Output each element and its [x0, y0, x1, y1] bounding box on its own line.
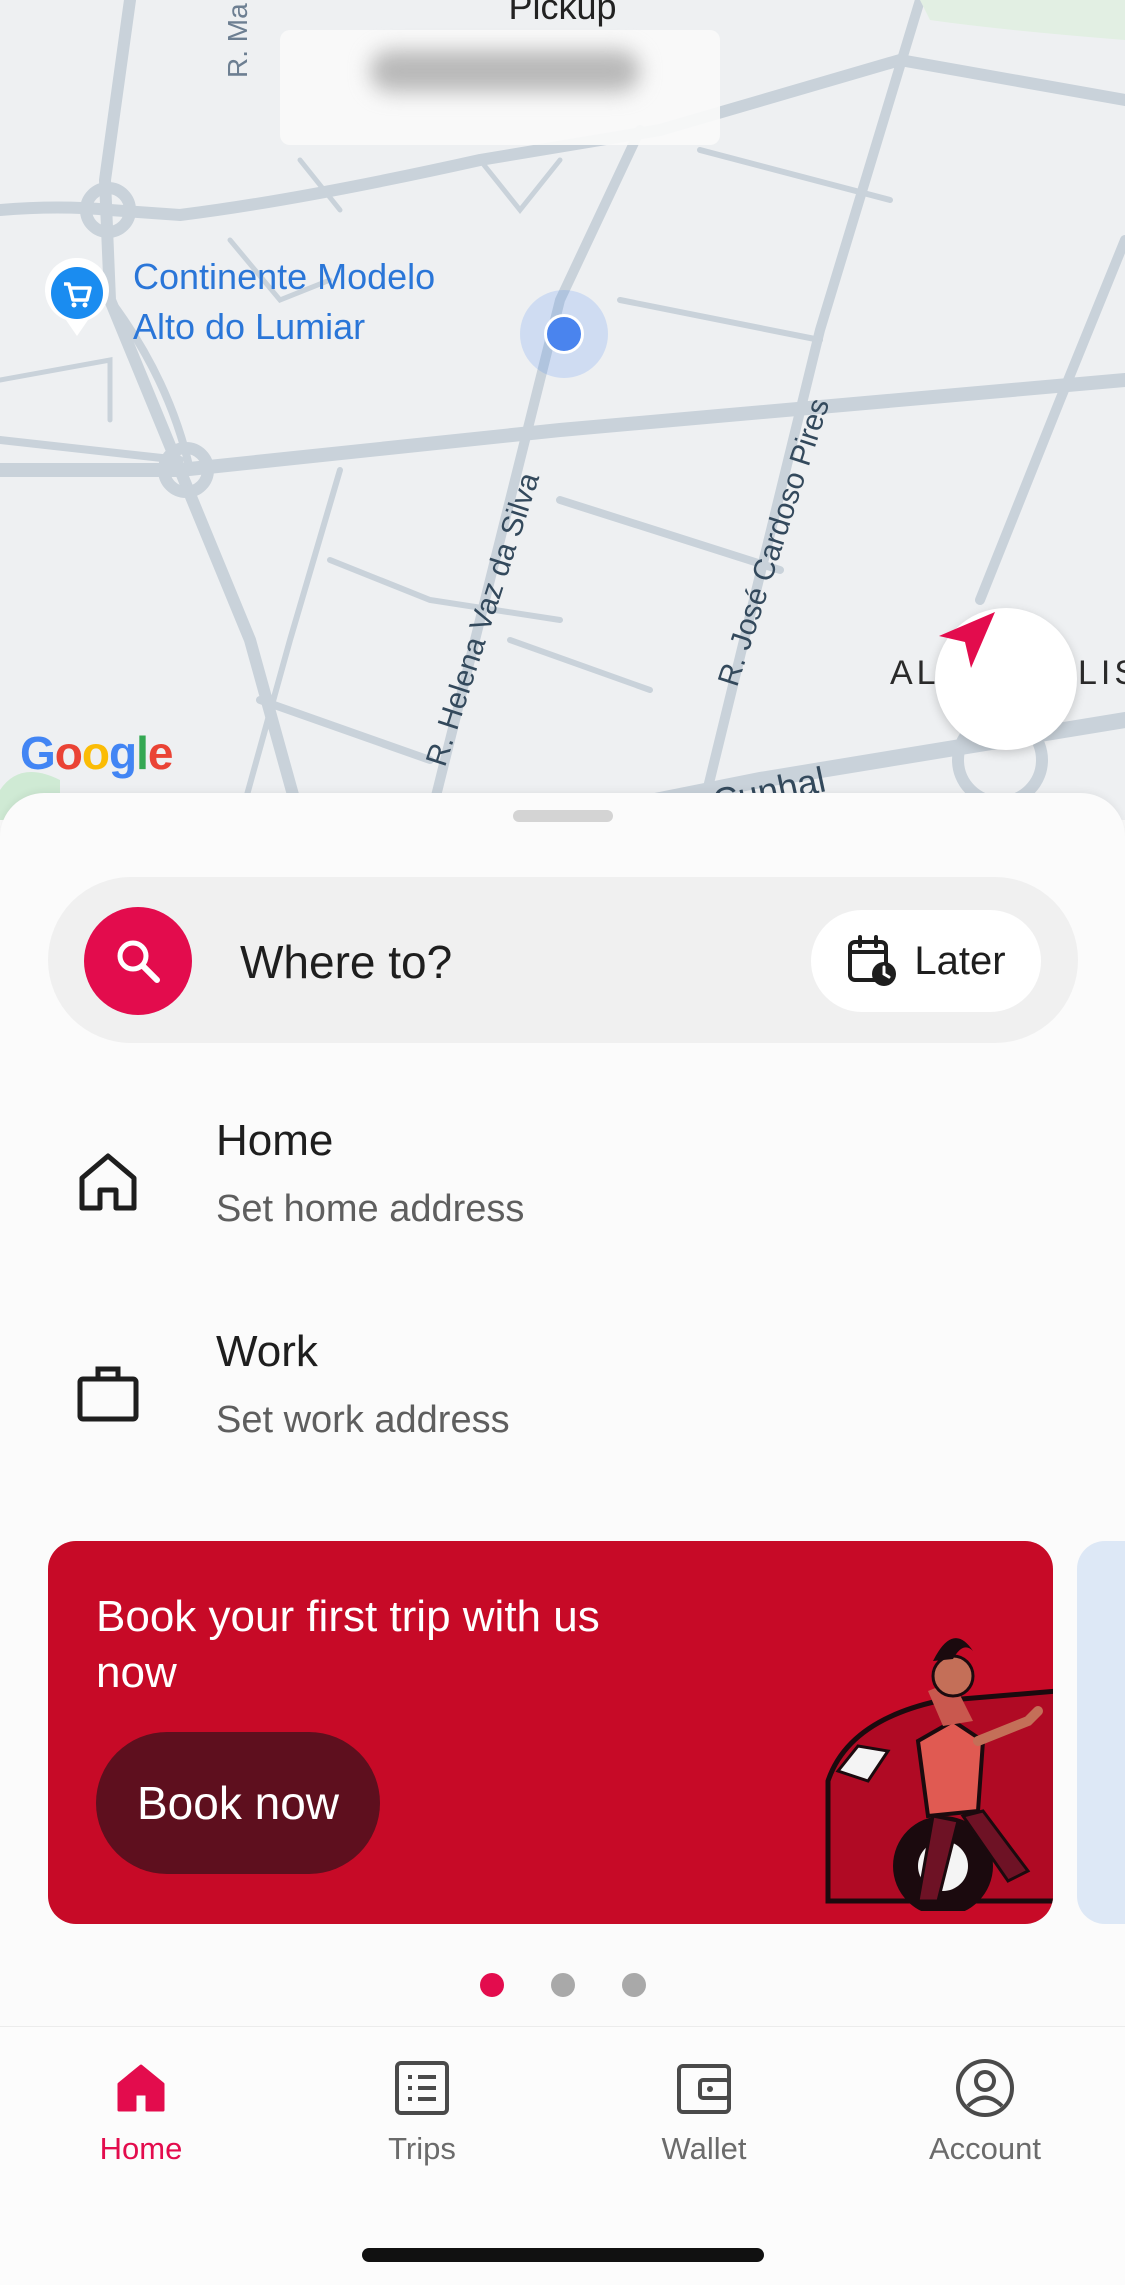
account-icon [956, 2059, 1014, 2117]
calendar-clock-icon [848, 935, 897, 986]
poi-name-line2: Alto do Lumiar [133, 306, 366, 347]
recenter-location-button[interactable] [935, 608, 1077, 750]
pickup-title: Pickup [508, 0, 617, 27]
tab-wallet[interactable]: Wallet [604, 2057, 804, 2177]
poi-name-line1: Continente Modelo [133, 256, 436, 297]
carousel-page-indicator [0, 1973, 1125, 1997]
saved-place-title: Work [216, 1327, 318, 1376]
search-button[interactable] [84, 907, 192, 1015]
tab-label: Home [99, 2131, 183, 2166]
tab-label: Account [928, 2131, 1041, 2166]
area-label-lis: LIS [1078, 654, 1125, 692]
poi-label[interactable]: Continente Modelo Alto do Lumiar [133, 252, 435, 352]
search-input[interactable]: Where to? [240, 935, 452, 989]
receipt-icon [395, 2061, 449, 2115]
tab-trips[interactable]: Trips [322, 2057, 522, 2177]
carousel-dot[interactable] [550, 1973, 575, 1997]
home-indicator[interactable] [362, 2248, 764, 2262]
tab-home[interactable]: Home [41, 2057, 241, 2177]
carousel-dot[interactable] [479, 1973, 504, 1997]
navigation-arrow-icon [939, 612, 995, 668]
saved-place-work[interactable]: Work Set work address [0, 1307, 1125, 1497]
briefcase-icon [77, 1366, 139, 1422]
schedule-later-button[interactable]: Later [811, 910, 1041, 1012]
area-label-al: AL [890, 654, 940, 692]
next-promo-card-peek[interactable] [1077, 1541, 1125, 1924]
saved-place-title: Home [216, 1116, 334, 1165]
book-now-button[interactable]: Book now [96, 1732, 380, 1874]
home-filled-icon [117, 2064, 165, 2112]
carousel-dot[interactable] [621, 1973, 646, 1997]
map-view[interactable]: Pickup R. Ma R. Helena Vaz da Silva R. J… [0, 0, 1125, 820]
destination-search-bar[interactable]: Where to? Later [48, 877, 1078, 1043]
wallet-icon [677, 2064, 731, 2114]
saved-place-subtitle: Set home address [216, 1188, 525, 1230]
tab-label: Trips [388, 2131, 456, 2166]
promo-card[interactable]: Book your first trip with us now Book no… [48, 1541, 1053, 1924]
saved-place-subtitle: Set work address [216, 1399, 510, 1441]
later-label: Later [914, 938, 1006, 983]
promo-title: Book your first trip with us now [96, 1592, 600, 1697]
tab-account[interactable]: Account [885, 2057, 1085, 2177]
pickup-address-blurred[interactable] [280, 30, 720, 145]
saved-place-home[interactable]: Home Set home address [0, 1096, 1125, 1286]
home-icon [79, 1153, 137, 1211]
sheet-drag-handle[interactable] [513, 810, 613, 822]
person-with-car-illustration [825, 1638, 1053, 1911]
bottom-tab-bar: Home Trips Wallet Account [0, 2026, 1125, 2285]
tab-label: Wallet [661, 2131, 747, 2166]
shopping-cart-pin-icon[interactable] [42, 258, 112, 336]
current-location-dot [520, 290, 608, 378]
google-logo: Google [20, 727, 173, 779]
search-icon [117, 940, 160, 983]
